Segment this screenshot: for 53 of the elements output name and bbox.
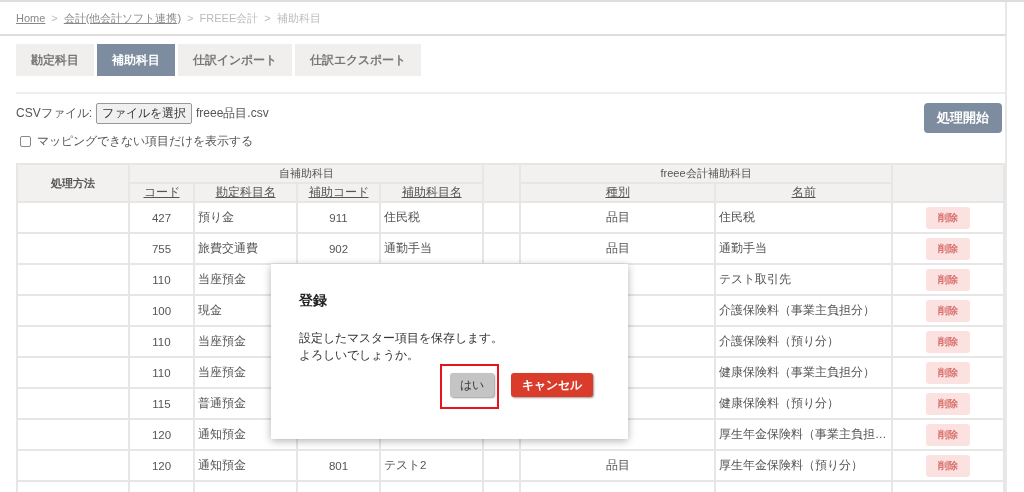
table-cell: 427 xyxy=(129,202,194,233)
table-cell: 健康保険料（事業主負担分） xyxy=(715,357,892,388)
table-cell: 115 xyxy=(129,388,194,419)
table-cell: 健康保険料（預り分） xyxy=(715,388,892,419)
tab[interactable]: 仕訳エクスポート xyxy=(295,44,421,76)
table-cell: 厚生年金保険料（預り分） xyxy=(715,450,892,481)
column-header-link[interactable]: 名前 xyxy=(791,185,816,199)
checkbox-label: マッピングできない項目だけを表示する xyxy=(37,133,253,150)
choose-file-button[interactable]: ファイルを選択 xyxy=(96,102,192,124)
table-cell: 100 xyxy=(129,295,194,326)
dialog-title: 登録 xyxy=(299,292,328,310)
column-header-link[interactable]: 種別 xyxy=(605,185,630,199)
file-name: freee品目.csv xyxy=(196,104,269,122)
breadcrumb-link[interactable]: 会計(他会計ソフト連携) xyxy=(63,10,182,26)
table-cell: 801 xyxy=(297,450,380,481)
table-cell: 介護保険料（事業主負担分） xyxy=(715,295,892,326)
cancel-button[interactable]: キャンセル xyxy=(511,373,593,397)
csv-label: CSVファイル: xyxy=(16,104,92,122)
table-cell: テスト2 xyxy=(380,450,483,481)
table-cell: 911 xyxy=(297,202,380,233)
breadcrumb-item: FREEE会計 xyxy=(199,10,259,26)
table-cell: 120 xyxy=(129,419,194,450)
table-cell: テスト取引先 xyxy=(715,264,892,295)
column-group-header: freee会計補助科目 xyxy=(520,164,892,183)
table-cell: 755 xyxy=(129,233,194,264)
table-cell: 厚生年金保険料（事業主負担… xyxy=(715,419,892,450)
table-cell: 120 xyxy=(129,450,194,481)
column-header: 処理方法 xyxy=(17,164,129,202)
breadcrumb-item: 補助科目 xyxy=(276,10,321,26)
start-button[interactable]: 処理開始 xyxy=(924,103,1002,133)
tab[interactable]: 仕訳インポート xyxy=(178,44,292,76)
dialog-message: 設定したマスター項目を保存します。 xyxy=(299,330,504,347)
confirm-button[interactable]: はい xyxy=(450,373,494,397)
table-cell: 通勤手当 xyxy=(715,233,892,264)
table-cell: 110 xyxy=(129,326,194,357)
table-cell: 預り金 xyxy=(194,202,297,233)
tab[interactable]: 勘定科目 xyxy=(16,44,94,76)
breadcrumb-separator: > xyxy=(187,12,194,24)
dialog-message: よろしいでしょうか。 xyxy=(299,347,420,364)
column-group-header: 自補助科目 xyxy=(129,164,483,183)
checkbox[interactable] xyxy=(20,136,31,147)
tab[interactable]: 補助科目 xyxy=(97,44,175,76)
breadcrumb-separator: > xyxy=(264,12,271,24)
table-cell: 品目 xyxy=(520,202,715,233)
table-cell: 110 xyxy=(129,357,194,388)
breadcrumb-separator: > xyxy=(51,12,58,24)
table-cell: 介護保険料（預り分） xyxy=(715,326,892,357)
table-cell: 110 xyxy=(129,264,194,295)
table-cell: 住民税 xyxy=(715,202,892,233)
table-cell: 住民税 xyxy=(380,202,483,233)
breadcrumb-link[interactable]: Home xyxy=(16,12,46,24)
table-cell: 品目 xyxy=(520,450,715,481)
table-cell: 通知預金 xyxy=(194,450,297,481)
